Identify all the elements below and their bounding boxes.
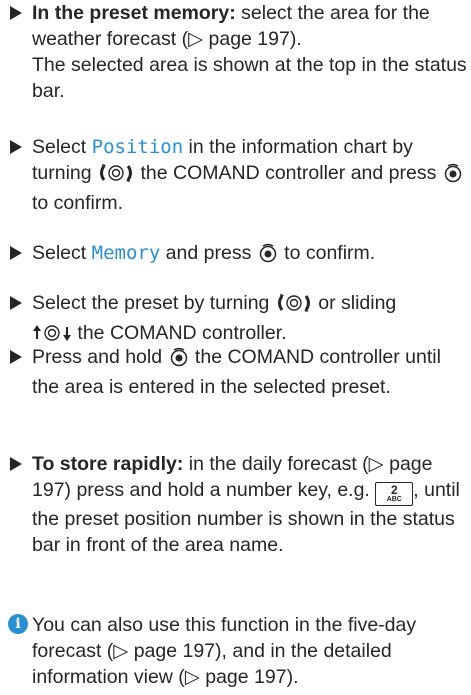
step-select-position: Select Position in the information chart… [8, 134, 468, 216]
page-reference-arrow-icon: ▷ [184, 666, 206, 688]
info-note: i You can also use this function in the … [8, 612, 468, 690]
step-store-rapidly: To store rapidly: in the daily forecast … [8, 451, 468, 558]
step-select-memory: Select Memory and press to confirm. [8, 240, 468, 270]
page-reference-arrow-icon: ▷ [113, 640, 134, 662]
step-select-preset: Select the preset by turning or sliding … [8, 290, 468, 350]
step-press-hold: Press and hold the COMAND controller unt… [8, 344, 468, 400]
page-reference[interactable]: page 197 [134, 640, 215, 662]
bullet-arrow [10, 350, 22, 364]
bullet-arrow [10, 6, 22, 20]
page-reference[interactable]: page 197 [209, 28, 290, 50]
step-lead: In the preset memory: [32, 2, 236, 24]
step-lead: To store rapidly: [32, 453, 184, 475]
turn-controller-icon [97, 163, 135, 190]
step-preset-memory: In the preset memory: select the area fo… [8, 0, 468, 104]
step-note: The selected area is shown at the top in… [32, 54, 467, 102]
page-reference[interactable]: page 197 [205, 666, 286, 688]
info-icon: i [8, 614, 28, 634]
bullet-arrow [10, 246, 22, 260]
bullet-arrow [10, 140, 22, 154]
press-controller-icon [442, 163, 464, 190]
turn-controller-icon [275, 293, 313, 320]
page-reference-arrow-icon: ▷ [188, 28, 209, 50]
keyword-memory: Memory [91, 242, 161, 264]
keyword-position: Position [91, 136, 184, 158]
page-reference-arrow-icon: ▷ [368, 453, 390, 475]
bullet-arrow [10, 457, 22, 471]
number-key-2: 2 ABC [375, 482, 414, 506]
press-controller-icon [168, 347, 190, 374]
press-controller-icon [257, 243, 279, 270]
manual-page: In the preset memory: select the area fo… [0, 0, 471, 695]
bullet-arrow [10, 296, 22, 310]
